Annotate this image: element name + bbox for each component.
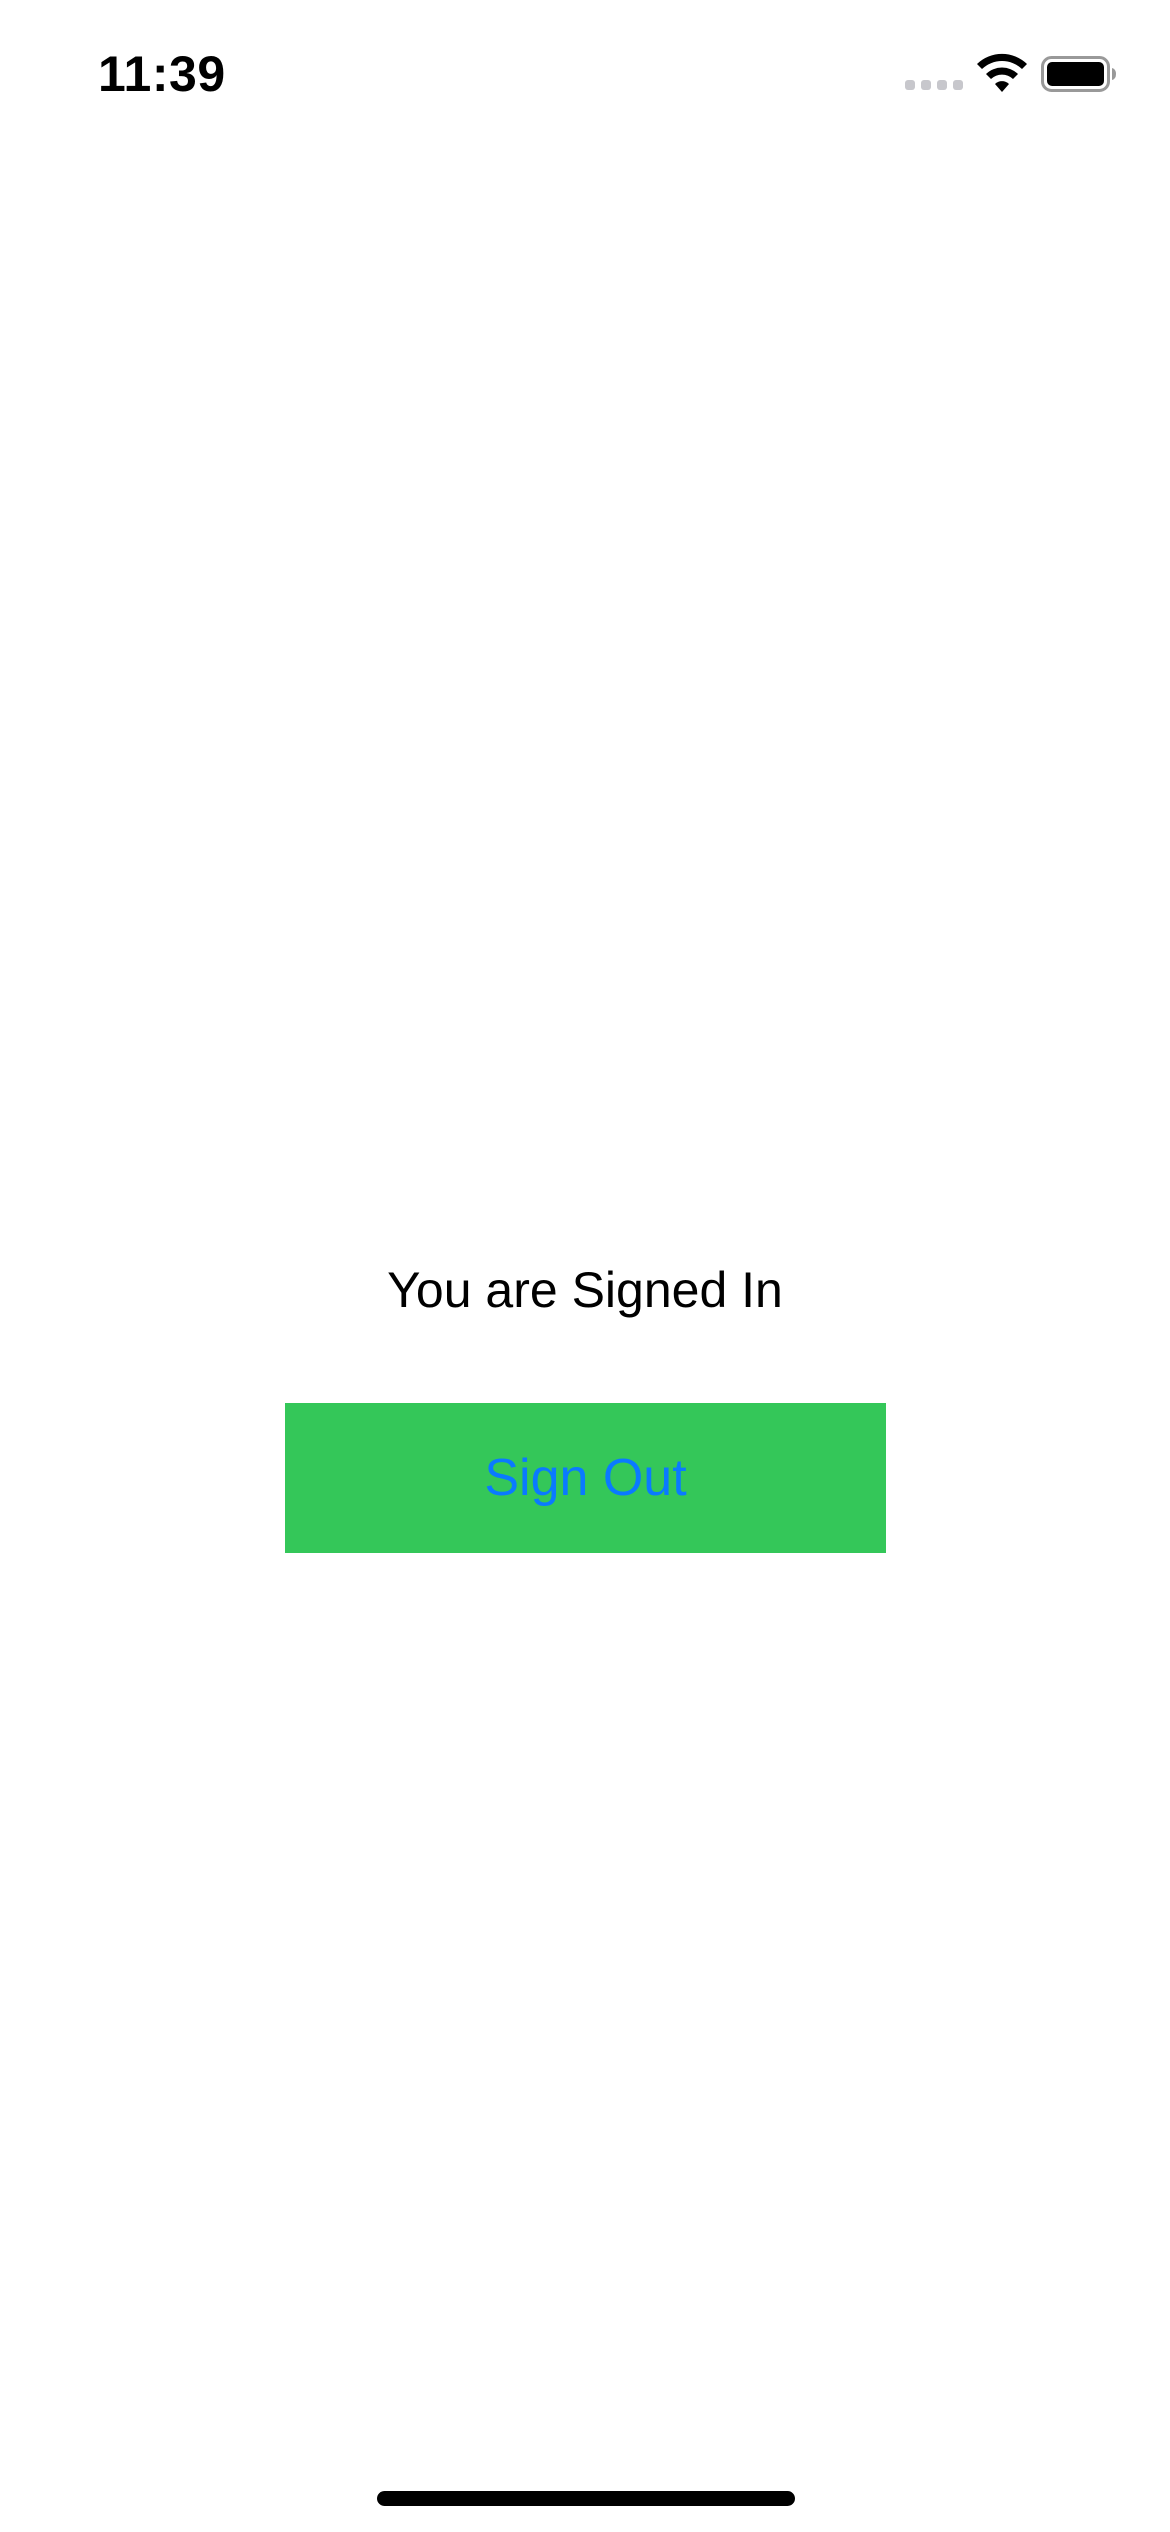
sign-out-button[interactable]: Sign Out (285, 1403, 886, 1553)
app-screen: 11:39 You are Signed In Sign Out (0, 0, 1170, 2532)
home-indicator[interactable] (377, 2491, 795, 2506)
status-time: 11:39 (98, 46, 226, 102)
sign-out-button-label: Sign Out (484, 1449, 687, 1507)
wifi-icon (977, 53, 1027, 92)
status-bar: 11:39 (0, 0, 1170, 150)
cellular-signal-icon (905, 80, 963, 90)
battery-icon (1041, 56, 1116, 92)
signed-in-message: You are Signed In (387, 1262, 783, 1318)
